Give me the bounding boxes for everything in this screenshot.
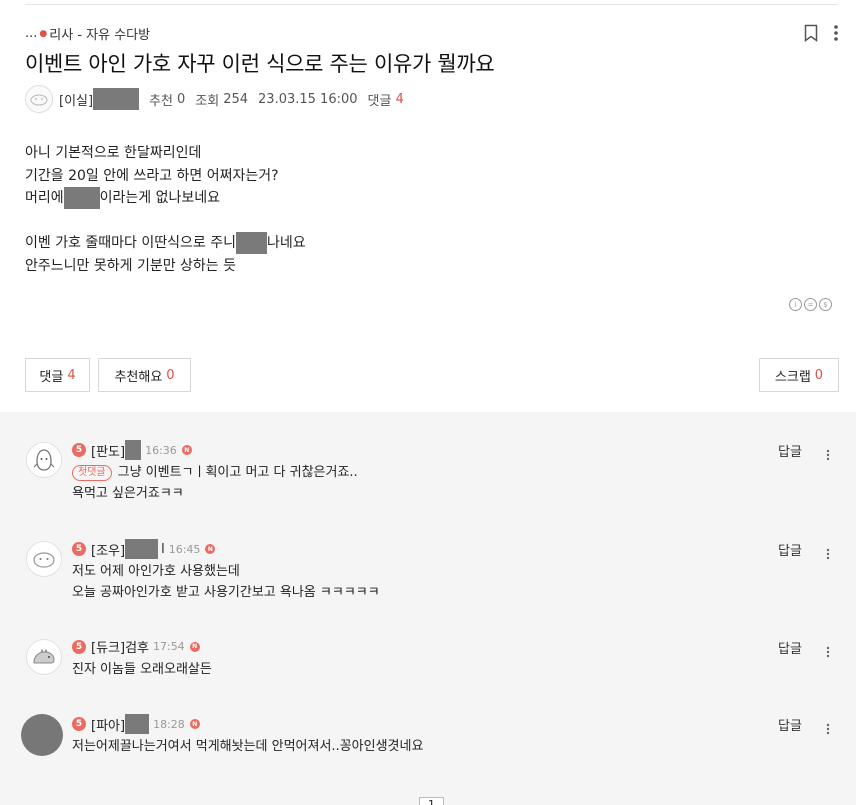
- post-meta: [이실] 추천 0 조회 254 23.03.15 16:00 댓글 4: [25, 85, 404, 113]
- level-badge: 5: [72, 443, 86, 457]
- body-text: 이라는게 없나보네요: [99, 190, 221, 206]
- comment-time: 17:54: [152, 640, 185, 653]
- reply-button[interactable]: 답글: [778, 715, 802, 734]
- comment-line: 저는어제끌나는거여서 먹게해놧는데 안먹어져서..꽁아인생겻네요: [72, 739, 424, 754]
- pagination-current[interactable]: 1: [419, 797, 444, 805]
- cc-nc-icon: $: [819, 298, 832, 311]
- comment-more-icon[interactable]: [826, 446, 830, 465]
- commenter-name[interactable]: [파아]: [91, 714, 150, 734]
- comment-button-label: 댓글: [39, 369, 64, 385]
- board-dot-icon: ●: [39, 28, 48, 39]
- body-text: 머리에: [25, 190, 64, 206]
- comment-line: 저도 어제 아인가호 사용했는데: [72, 564, 240, 579]
- scrap-button-label: 스크랩: [774, 369, 811, 385]
- body-line: 아니 기본적으로 한달짜리인데: [25, 145, 202, 161]
- comment-button[interactable]: 댓글 4: [25, 358, 90, 392]
- new-badge: N: [205, 544, 216, 554]
- post-title: 이벤트 아인 가호 자꾸 이런 식으로 주는 이유가 뭘까요: [25, 52, 495, 76]
- scrap-button[interactable]: 스크랩 0: [759, 358, 839, 392]
- views-count: 254: [223, 91, 249, 107]
- bookmark-icon[interactable]: [804, 24, 818, 42]
- breadcrumb[interactable]: ... ● 리사 - 자유 수다방: [25, 24, 150, 43]
- reply-button[interactable]: 답글: [778, 540, 802, 559]
- author-prefix: [이실]: [59, 93, 94, 109]
- views-label: 조회: [195, 93, 220, 109]
- comment-line: 진자 이놈들 오래오래살든: [72, 662, 212, 677]
- body-line: 안주느니만 못하게 기분만 상하는 듯: [25, 257, 236, 274]
- comment-time: 18:28: [153, 717, 185, 731]
- body-line: 이벤 가호 줄때마다 이딴식으로 주니 나네요: [25, 232, 306, 255]
- redacted-block: [236, 232, 267, 255]
- comments-label: 댓글: [367, 93, 392, 109]
- new-badge: N: [189, 641, 200, 652]
- comment-header: 5 [파아] 18:28 N: [72, 714, 200, 734]
- scrap-button-count: 0: [814, 367, 824, 383]
- body-text: 이벤 가호 줄때마다 이딴식으로 주니: [25, 235, 236, 251]
- comment-header: 5 [조우] l 16:45 N: [72, 539, 216, 559]
- body-line: 머리에 이라는게 없나보네요: [25, 187, 306, 210]
- redacted-block: [125, 714, 150, 734]
- level-badge: 5: [72, 542, 86, 556]
- recommend-count: 0: [177, 91, 186, 107]
- commenter-name-text: [판도]: [91, 444, 126, 460]
- comment-line: 그냥 이벤트ㄱㅣ획이고 머고 다 귀찮은거죠..: [117, 465, 358, 480]
- recommend-button[interactable]: 추천해요 0: [98, 358, 191, 392]
- comment-text: 저도 어제 아인가호 사용했는데 오늘 공짜아인가호 받고 사용기간보고 욕나옴…: [72, 561, 380, 603]
- comment-more-icon[interactable]: [826, 643, 830, 662]
- commenter-name-suffix: l: [161, 541, 165, 557]
- post-body: 아니 기본적으로 한달짜리인데 기간을 20일 안에 쓰라고 하면 어쩌자는거?…: [25, 142, 306, 277]
- commenter-name[interactable]: [조우] l: [91, 539, 165, 559]
- redacted-block: [63, 187, 100, 210]
- redacted-block: [125, 440, 142, 460]
- more-options-icon[interactable]: [834, 24, 838, 42]
- author-avatar[interactable]: [25, 85, 53, 113]
- commenter-name-text: [조우]: [91, 543, 126, 559]
- level-badge: 5: [72, 717, 86, 731]
- commenter-avatar[interactable]: [26, 639, 62, 675]
- license-icons: i = $: [789, 298, 832, 311]
- cc-nd-icon: =: [804, 298, 817, 311]
- comment-button-count: 4: [67, 367, 76, 383]
- top-divider: [25, 4, 838, 5]
- body-line: 기간을 20일 안에 쓰라고 하면 어쩌자는거?: [25, 167, 279, 184]
- recommend-label: 추천: [149, 93, 173, 109]
- commenter-name-text: [파아]: [91, 718, 126, 734]
- comment-header: 5 [듀크]검후 17:54 N: [72, 637, 200, 656]
- level-badge: 5: [72, 639, 86, 654]
- redacted-block: [93, 88, 140, 110]
- comment-text: 첫댓글 그냥 이벤트ㄱㅣ획이고 머고 다 귀찮은거죠.. 욕먹고 싶은거죠ㅋㅋ: [72, 462, 358, 504]
- body-text: 나네요: [267, 235, 306, 251]
- comment-time: 16:36: [145, 443, 177, 457]
- comment-header: 5 [판도] 16:36 N: [72, 440, 192, 460]
- comment-text: 진자 이놈들 오래오래살든: [72, 659, 212, 680]
- redacted-block: [125, 539, 159, 559]
- comment-more-icon[interactable]: [826, 545, 830, 564]
- breadcrumb-ellipsis: ...: [25, 26, 38, 41]
- commenter-name[interactable]: [듀크]검후: [91, 637, 149, 656]
- comment-more-icon[interactable]: [826, 720, 830, 739]
- comment-line: 오늘 공짜아인가호 받고 사용기간보고 욕나옴 ㅋㅋㅋㅋㅋ: [72, 585, 380, 600]
- author-name[interactable]: [이실]: [59, 88, 140, 110]
- comment-time: 16:45: [168, 542, 201, 556]
- first-comment-tag: 첫댓글: [72, 465, 112, 481]
- comments-count: 4: [395, 91, 404, 107]
- new-badge: N: [181, 445, 192, 455]
- board-name[interactable]: 리사 - 자유 수다방: [49, 24, 150, 43]
- reply-button[interactable]: 답글: [778, 441, 802, 460]
- recommend-button-count: 0: [166, 367, 175, 383]
- comment-text: 저는어제끌나는거여서 먹게해놧는데 안먹어져서..꽁아인생겻네요: [72, 736, 423, 757]
- reply-button[interactable]: 답글: [778, 638, 802, 657]
- recommend-button-label: 추천해요: [114, 369, 163, 385]
- commenter-name[interactable]: [판도]: [91, 440, 142, 460]
- new-badge: N: [189, 719, 200, 729]
- comment-line: 욕먹고 싶은거죠ㅋㅋ: [72, 486, 184, 501]
- cc-by-icon: i: [789, 298, 802, 311]
- post-date: 23.03.15 16:00: [258, 91, 358, 107]
- commenter-avatar[interactable]: [26, 442, 62, 478]
- commenter-avatar[interactable]: [26, 541, 62, 577]
- commenter-avatar[interactable]: [21, 714, 63, 756]
